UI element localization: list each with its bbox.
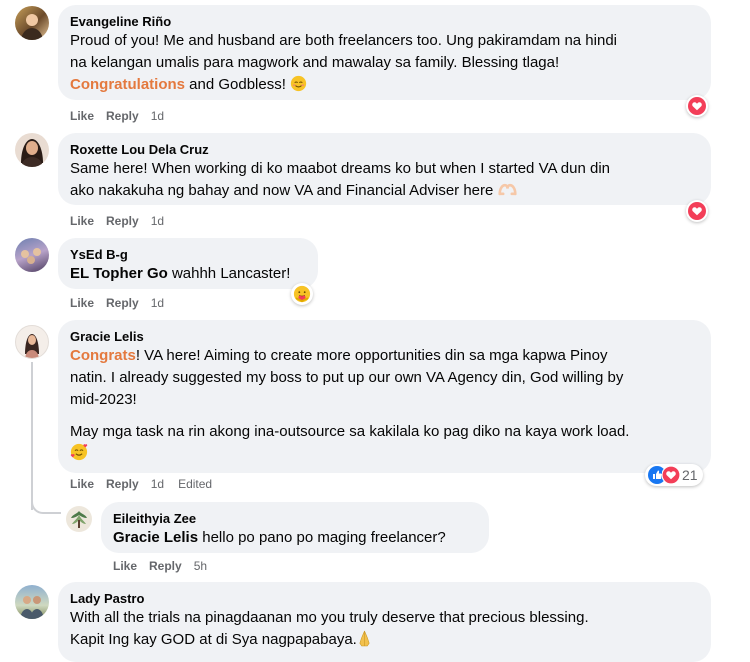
reply-button[interactable]: Reply	[106, 213, 139, 229]
like-button[interactable]: Like	[113, 558, 137, 574]
comment-author[interactable]: YsEd B-g	[70, 246, 306, 263]
like-button[interactable]: Like	[70, 108, 94, 124]
smiling-face-emoji-icon	[290, 75, 307, 92]
comment-author[interactable]: Lady Pastro	[70, 590, 699, 607]
love-reaction-icon[interactable]	[686, 200, 708, 222]
heart-hands-emoji-icon	[497, 183, 517, 196]
reply-button[interactable]: Reply	[106, 476, 139, 492]
reply-button[interactable]: Reply	[106, 295, 139, 311]
comment-bubble: Lady Pastro With all the trials na pinag…	[58, 582, 711, 662]
like-button[interactable]: Like	[70, 295, 94, 311]
profile-photo-icon	[21, 14, 43, 40]
comment-actions: Like Reply 1d	[70, 108, 178, 124]
smiling-face-with-hearts-emoji-icon	[70, 443, 88, 461]
comment-author[interactable]: Roxette Lou Dela Cruz	[70, 141, 699, 158]
comment-actions: Like Reply 1d	[70, 295, 178, 311]
avatar[interactable]	[66, 506, 92, 532]
comment-text: With all the trials na pinagdaanan mo yo…	[70, 609, 589, 648]
comment-text: EL Topher Go wahhh Lancaster!	[70, 265, 291, 282]
comment-bubble: YsEd B-g EL Topher Go wahhh Lancaster!	[58, 238, 318, 289]
comment-author[interactable]: Eileithyia Zee	[113, 510, 477, 527]
edited-label[interactable]: Edited	[178, 476, 212, 492]
mention-link[interactable]: Gracie Lelis	[113, 529, 198, 546]
reply-button[interactable]: Reply	[149, 558, 182, 574]
comment-bubble: Gracie Lelis Congrats! VA here! Aiming t…	[58, 320, 711, 473]
avatar[interactable]	[15, 6, 49, 40]
reaction-count: 21	[682, 467, 698, 483]
timestamp[interactable]: 1d	[151, 476, 164, 492]
comment-author[interactable]: Evangeline Riño	[70, 13, 699, 30]
reaction-summary[interactable]: 21	[645, 464, 703, 486]
profile-photo-icon	[71, 511, 87, 528]
love-reaction-icon	[662, 466, 680, 484]
comment-bubble: Evangeline Riño Proud of you! Me and hus…	[58, 5, 711, 100]
comment-actions: Like Reply 1d Edited	[70, 476, 226, 492]
profile-photo-icon	[21, 139, 43, 167]
profile-photo-icon	[21, 248, 41, 264]
comment-bubble: Eileithyia Zee Gracie Lelis hello po pan…	[101, 502, 489, 553]
highlight-word[interactable]: Congrats	[70, 347, 136, 364]
folded-hands-emoji-icon	[359, 630, 370, 647]
like-button[interactable]: Like	[70, 476, 94, 492]
love-reaction-icon[interactable]	[686, 95, 708, 117]
timestamp[interactable]: 1d	[151, 108, 164, 124]
avatar[interactable]	[15, 325, 49, 359]
avatar[interactable]	[15, 238, 49, 272]
profile-photo-icon	[20, 596, 44, 619]
highlight-word[interactable]: Congratulations	[70, 76, 185, 93]
comment-bubble: Roxette Lou Dela Cruz Same here! When wo…	[58, 133, 711, 205]
care-reaction-icon[interactable]	[291, 283, 313, 305]
avatar[interactable]	[15, 133, 49, 167]
comment-text: Same here! When working di ko maabot dre…	[70, 160, 611, 199]
avatar[interactable]	[15, 585, 49, 619]
comment-text: Gracie Lelis hello po pano po maging fre…	[113, 529, 446, 546]
comment-text: Congrats! VA here! Aiming to create more…	[70, 345, 699, 465]
reply-button[interactable]: Reply	[106, 108, 139, 124]
profile-photo-icon	[25, 334, 39, 358]
comment-actions: Like Reply 1d	[70, 213, 178, 229]
timestamp[interactable]: 1d	[151, 213, 164, 229]
comment-text: Proud of you! Me and husband are both fr…	[70, 32, 618, 93]
timestamp[interactable]: 1d	[151, 295, 164, 311]
thread-connector	[31, 362, 33, 510]
mention-link[interactable]: EL Topher Go	[70, 265, 168, 282]
timestamp[interactable]: 5h	[194, 558, 207, 574]
thread-connector	[31, 490, 61, 514]
comment-actions: Like Reply 5h	[113, 558, 221, 574]
like-button[interactable]: Like	[70, 213, 94, 229]
comment-author[interactable]: Gracie Lelis	[70, 328, 699, 345]
